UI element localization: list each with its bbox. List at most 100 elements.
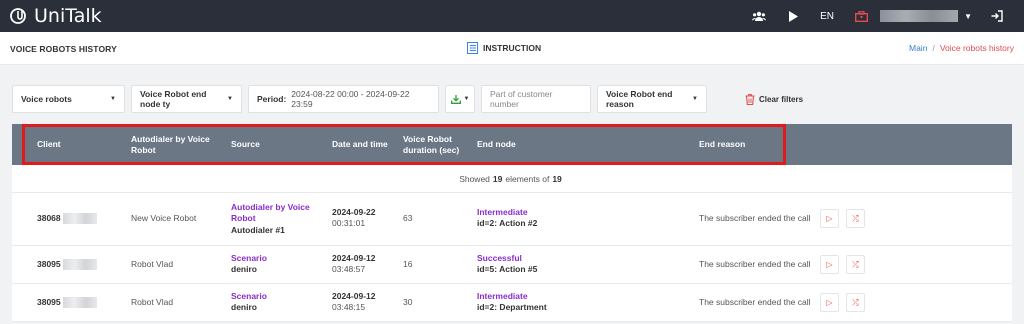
breadcrumb-separator: /	[932, 43, 935, 53]
caret-down-icon: ▼	[692, 96, 698, 102]
client-number: 38095	[37, 259, 97, 271]
date-value: 2024-09-12	[332, 253, 376, 263]
filters-bar: Voice robots ▼ Voice Robot end node ty ▼…	[12, 85, 803, 113]
showed-prefix: Showed	[459, 173, 490, 184]
datetime-cell: 2024-09-12 03:48:15	[332, 291, 375, 314]
autodialer-name: Robot Vlad	[131, 297, 174, 307]
export-dropdown[interactable]: ▼	[445, 85, 475, 113]
shuffle-icon: ⤮	[852, 297, 859, 307]
column-header-datetime[interactable]: Date and time	[332, 124, 402, 165]
end-node-cell: Intermediate id=2: Action #2	[477, 207, 537, 230]
document-icon	[467, 42, 478, 54]
trash-icon	[745, 93, 755, 105]
play-icon: ▷	[826, 214, 833, 223]
column-header-client[interactable]: Client	[37, 124, 127, 165]
logo-icon	[10, 8, 26, 24]
column-header-source[interactable]: Source	[231, 124, 321, 165]
datetime-cell: 2024-09-12 03:48:57	[332, 253, 375, 276]
period-picker[interactable]: Period: 2024-08-22 00:00 - 2024-09-22 23…	[248, 85, 439, 113]
end-node-type-link[interactable]: Successful	[477, 253, 537, 264]
play-icon: ▷	[826, 298, 833, 307]
play-recording-button[interactable]: ▷	[820, 255, 839, 274]
date-value: 2024-09-12	[332, 291, 376, 301]
source-name: deniro	[231, 302, 257, 313]
masked-digits	[62, 297, 97, 309]
end-reason-value: The subscriber ended the call	[699, 259, 811, 269]
end-node-type-select[interactable]: Voice Robot end node ty ▼	[131, 85, 242, 113]
period-label: Period:	[257, 94, 287, 104]
time-value: 00:31:01	[332, 218, 366, 229]
masked-digits	[62, 213, 97, 225]
client-number: 38068	[37, 213, 97, 225]
end-node-cell: Successful id=5: Action #5	[477, 253, 537, 276]
page-title: VOICE ROBOTS HISTORY	[10, 44, 117, 54]
time-value: 03:48:15	[332, 302, 366, 313]
source-name: deniro	[231, 264, 257, 275]
source-cell: Autodialer by Voice Robot Autodialer #1	[231, 202, 317, 236]
source-cell: Scenario deniro	[231, 253, 267, 276]
account-name-masked[interactable]	[880, 10, 959, 22]
breadcrumb-current: Voice robots history	[939, 43, 1014, 53]
transfer-button[interactable]: ⤮	[846, 293, 865, 312]
voice-robots-select-label: Voice robots	[21, 94, 72, 104]
history-table: Client Autodialer by Voice Robot Source …	[12, 124, 1012, 322]
column-header-autodialer[interactable]: Autodialer by Voice Robot	[131, 124, 219, 165]
autodialer-name: New Voice Robot	[131, 213, 197, 223]
showed-middle: elements of	[505, 173, 550, 184]
table-row[interactable]: 38068 New Voice Robot Autodialer by Voic…	[12, 193, 1012, 246]
column-header-duration[interactable]: Voice Robot duration (sec)	[403, 124, 471, 165]
download-icon	[450, 94, 461, 104]
clear-filters-label: Clear filters	[759, 94, 804, 104]
page-header: VOICE ROBOTS HISTORY INSTRUCTION Main / Vo…	[0, 32, 1024, 65]
transfer-button[interactable]: ⤮	[846, 209, 865, 228]
instruction-link[interactable]: INSTRUCTION	[467, 42, 541, 54]
end-node-id: id=5: Action #5	[477, 264, 538, 275]
briefcase-icon[interactable]	[844, 0, 878, 32]
elements-count: Showed 19 elements of 19	[12, 165, 1012, 193]
column-header-end-reason[interactable]: End reason	[699, 124, 779, 165]
play-recording-button[interactable]: ▷	[820, 209, 839, 228]
shuffle-icon: ⤮	[852, 213, 859, 223]
time-value: 03:48:57	[332, 264, 366, 275]
source-type-link[interactable]: Scenario	[231, 253, 267, 264]
logout-icon[interactable]	[980, 0, 1014, 32]
language-switcher[interactable]: EN	[810, 0, 844, 32]
brand-logo[interactable]: UniTalk	[10, 5, 102, 27]
end-reason-value: The subscriber ended the call	[699, 213, 811, 223]
play-icon[interactable]	[776, 0, 810, 32]
play-recording-button[interactable]: ▷	[820, 293, 839, 312]
chevron-down-icon[interactable]: ▼	[964, 12, 972, 21]
client-number-prefix: 38095	[37, 259, 61, 269]
transfer-button[interactable]: ⤮	[846, 255, 865, 274]
end-node-cell: Intermediate id=2: Department	[477, 291, 547, 314]
top-navbar: UniTalk EN ▼	[0, 0, 1024, 32]
end-node-id: id=2: Action #2	[477, 218, 538, 229]
autodialer-name: Robot Vlad	[131, 259, 174, 269]
showed-count: 19	[492, 173, 503, 184]
end-node-type-link[interactable]: Intermediate	[477, 207, 537, 218]
brand-name: UniTalk	[34, 5, 102, 27]
end-node-type-link[interactable]: Intermediate	[477, 291, 547, 302]
end-node-type-label: Voice Robot end node ty	[140, 89, 207, 109]
duration-value: 30	[403, 297, 413, 307]
caret-down-icon: ▼	[110, 96, 116, 102]
date-value: 2024-09-22	[332, 207, 376, 217]
play-icon: ▷	[826, 260, 833, 269]
source-type-link[interactable]: Autodialer by Voice Robot	[231, 202, 317, 225]
clear-filters-button[interactable]: Clear filters	[745, 93, 804, 105]
source-cell: Scenario deniro	[231, 291, 267, 314]
end-reason-select[interactable]: Voice Robot end reason ▼	[597, 85, 707, 113]
voice-robots-select[interactable]: Voice robots ▼	[12, 85, 125, 113]
instruction-label: INSTRUCTION	[483, 43, 542, 53]
breadcrumb-main-link[interactable]: Main	[909, 43, 927, 53]
showed-total: 19	[552, 173, 562, 184]
end-reason-value: The subscriber ended the call	[699, 297, 811, 307]
users-icon[interactable]	[742, 0, 776, 32]
source-type-link[interactable]: Scenario	[231, 291, 267, 302]
column-header-end-node[interactable]: End node	[477, 124, 597, 165]
caret-down-icon: ▼	[227, 96, 233, 102]
customer-number-input[interactable]: Part of customer number	[481, 85, 591, 113]
end-node-id: id=2: Department	[477, 302, 547, 313]
table-row[interactable]: 38095 Robot Vlad Scenario deniro 2024-09…	[12, 246, 1012, 284]
table-row[interactable]: 38095 Robot Vlad Scenario deniro 2024-09…	[12, 284, 1012, 322]
